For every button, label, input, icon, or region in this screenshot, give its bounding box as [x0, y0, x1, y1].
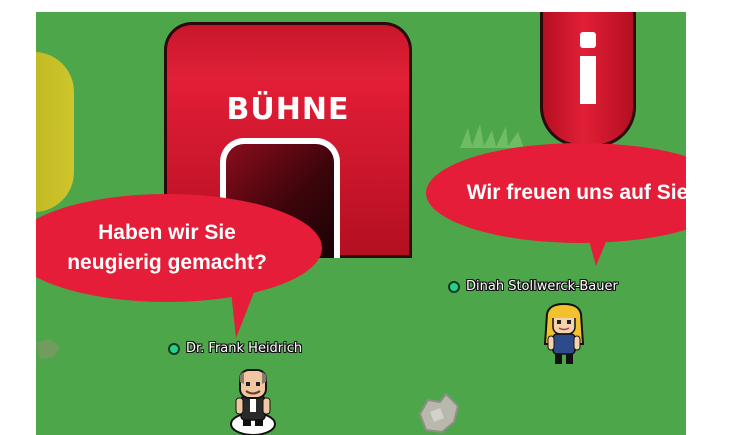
game-map[interactable]: BÜHNE Haben wir Sie neugierig gemacht? W… [36, 12, 686, 435]
speech-bubble-dinah: Wir freuen uns auf Sie! [426, 143, 686, 243]
info-icon [580, 32, 596, 48]
player-avatar-dinah[interactable] [541, 302, 587, 368]
speech-bubble-text: Haben wir Sie neugierig gemacht? [67, 221, 267, 274]
speech-bubble-tail [230, 282, 258, 338]
online-status-icon [168, 342, 180, 355]
online-status-icon [448, 280, 460, 293]
info-building[interactable] [540, 12, 636, 147]
grass-tuft [458, 120, 528, 150]
speech-bubble-frank: Haben wir Sie neugierig gemacht? [36, 194, 322, 302]
player-name: Dr. Frank Heidrich [186, 341, 303, 356]
stage-roof [164, 22, 412, 80]
dirt-patch [36, 337, 66, 363]
info-icon-bar [580, 56, 596, 104]
player-nameplate: Dr. Frank Heidrich [168, 341, 302, 356]
speech-bubble-text: Wir freuen uns auf Sie! [466, 181, 686, 204]
stage-sign: BÜHNE [226, 92, 350, 127]
rock-decoration [418, 392, 460, 434]
speech-bubble-tail [584, 222, 614, 266]
player-nameplate: Dinah Stollwerck-Bauer [448, 279, 618, 294]
yellow-building [36, 52, 74, 212]
player-avatar-frank[interactable] [228, 364, 278, 435]
player-name: Dinah Stollwerck-Bauer [466, 279, 618, 294]
